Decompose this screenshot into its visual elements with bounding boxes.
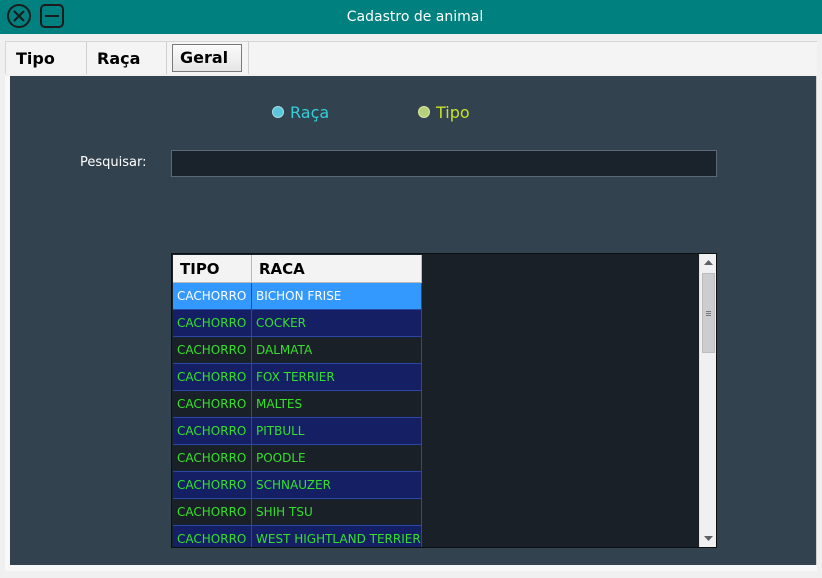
- grid-rows: CACHORRO BICHON FRISE CACHORRO COCKER CA…: [173, 283, 423, 547]
- window-title: Cadastro de animal: [346, 9, 484, 25]
- radio-tipo-label: Tipo: [436, 102, 470, 122]
- cell-tipo[interactable]: CACHORRO: [173, 364, 252, 391]
- table-row[interactable]: CACHORRO COCKER: [173, 310, 423, 337]
- table-row[interactable]: CACHORRO WEST HIGHTLAND TERRIER: [173, 526, 423, 547]
- table-row[interactable]: CACHORRO MALTES: [173, 391, 423, 418]
- cell-tipo[interactable]: CACHORRO: [173, 418, 252, 445]
- cell-tipo[interactable]: CACHORRO: [173, 526, 252, 547]
- search-label: Pesquisar:: [80, 155, 147, 170]
- cell-raca[interactable]: SCHNAUZER: [252, 472, 422, 499]
- column-header-raca[interactable]: RACA: [252, 255, 422, 283]
- cell-tipo[interactable]: CACHORRO: [173, 472, 252, 499]
- scrollbar-thumb[interactable]: [702, 273, 715, 353]
- cell-raca[interactable]: PITBULL: [252, 418, 422, 445]
- tab-geral[interactable]: Geral: [167, 41, 249, 74]
- breeds-grid: TIPO RACA CACHORRO BICHON FRISE CACHORRO…: [171, 253, 717, 548]
- table-row[interactable]: CACHORRO SCHNAUZER: [173, 472, 423, 499]
- radio-tipo-dot[interactable]: [418, 106, 430, 118]
- cell-raca[interactable]: POODLE: [252, 445, 422, 472]
- cell-raca[interactable]: WEST HIGHTLAND TERRIER: [252, 526, 422, 547]
- table-row[interactable]: CACHORRO BICHON FRISE: [173, 283, 423, 310]
- cell-tipo[interactable]: CACHORRO: [173, 337, 252, 364]
- grid-vertical-scrollbar[interactable]: [699, 254, 716, 547]
- cell-raca[interactable]: FOX TERRIER: [252, 364, 422, 391]
- main-window: Cadastro de animal Tipo Raça Geral Raça …: [0, 0, 822, 578]
- cell-raca[interactable]: COCKER: [252, 310, 422, 337]
- radio-tipo[interactable]: Tipo: [418, 100, 470, 124]
- frame-bottom: [5, 565, 817, 571]
- radio-raca[interactable]: Raça: [272, 100, 329, 124]
- scrollbar-grip-icon: [706, 311, 711, 316]
- title-bar: Cadastro de animal: [0, 0, 822, 34]
- cell-raca[interactable]: SHIH TSU: [252, 499, 422, 526]
- table-row[interactable]: CACHORRO PITBULL: [173, 418, 423, 445]
- tab-bar-filler: [249, 41, 817, 74]
- scroll-up-icon[interactable]: [700, 254, 717, 271]
- grid-header: TIPO RACA: [173, 255, 422, 283]
- table-row[interactable]: CACHORRO FOX TERRIER: [173, 364, 423, 391]
- cell-tipo[interactable]: CACHORRO: [173, 499, 252, 526]
- tab-bar: Tipo Raça Geral: [0, 34, 822, 78]
- search-input[interactable]: [171, 150, 717, 177]
- radio-raca-dot[interactable]: [272, 106, 284, 118]
- frame-right: [816, 76, 817, 571]
- cell-raca[interactable]: BICHON FRISE: [252, 283, 422, 310]
- scroll-down-icon[interactable]: [700, 530, 717, 547]
- cell-tipo[interactable]: CACHORRO: [173, 283, 252, 310]
- table-row[interactable]: CACHORRO DALMATA: [173, 337, 423, 364]
- cell-raca[interactable]: MALTES: [252, 391, 422, 418]
- tab-tipo[interactable]: Tipo: [5, 41, 87, 74]
- table-row[interactable]: CACHORRO SHIH TSU: [173, 499, 423, 526]
- tab-raca[interactable]: Raça: [87, 41, 167, 74]
- cell-tipo[interactable]: CACHORRO: [173, 310, 252, 337]
- cell-tipo[interactable]: CACHORRO: [173, 445, 252, 472]
- radio-raca-label: Raça: [290, 102, 330, 122]
- column-header-tipo[interactable]: TIPO: [173, 255, 252, 283]
- cell-tipo[interactable]: CACHORRO: [173, 391, 252, 418]
- tab-geral-label: Geral: [172, 44, 242, 72]
- table-row[interactable]: CACHORRO POODLE: [173, 445, 423, 472]
- cell-raca[interactable]: DALMATA: [252, 337, 422, 364]
